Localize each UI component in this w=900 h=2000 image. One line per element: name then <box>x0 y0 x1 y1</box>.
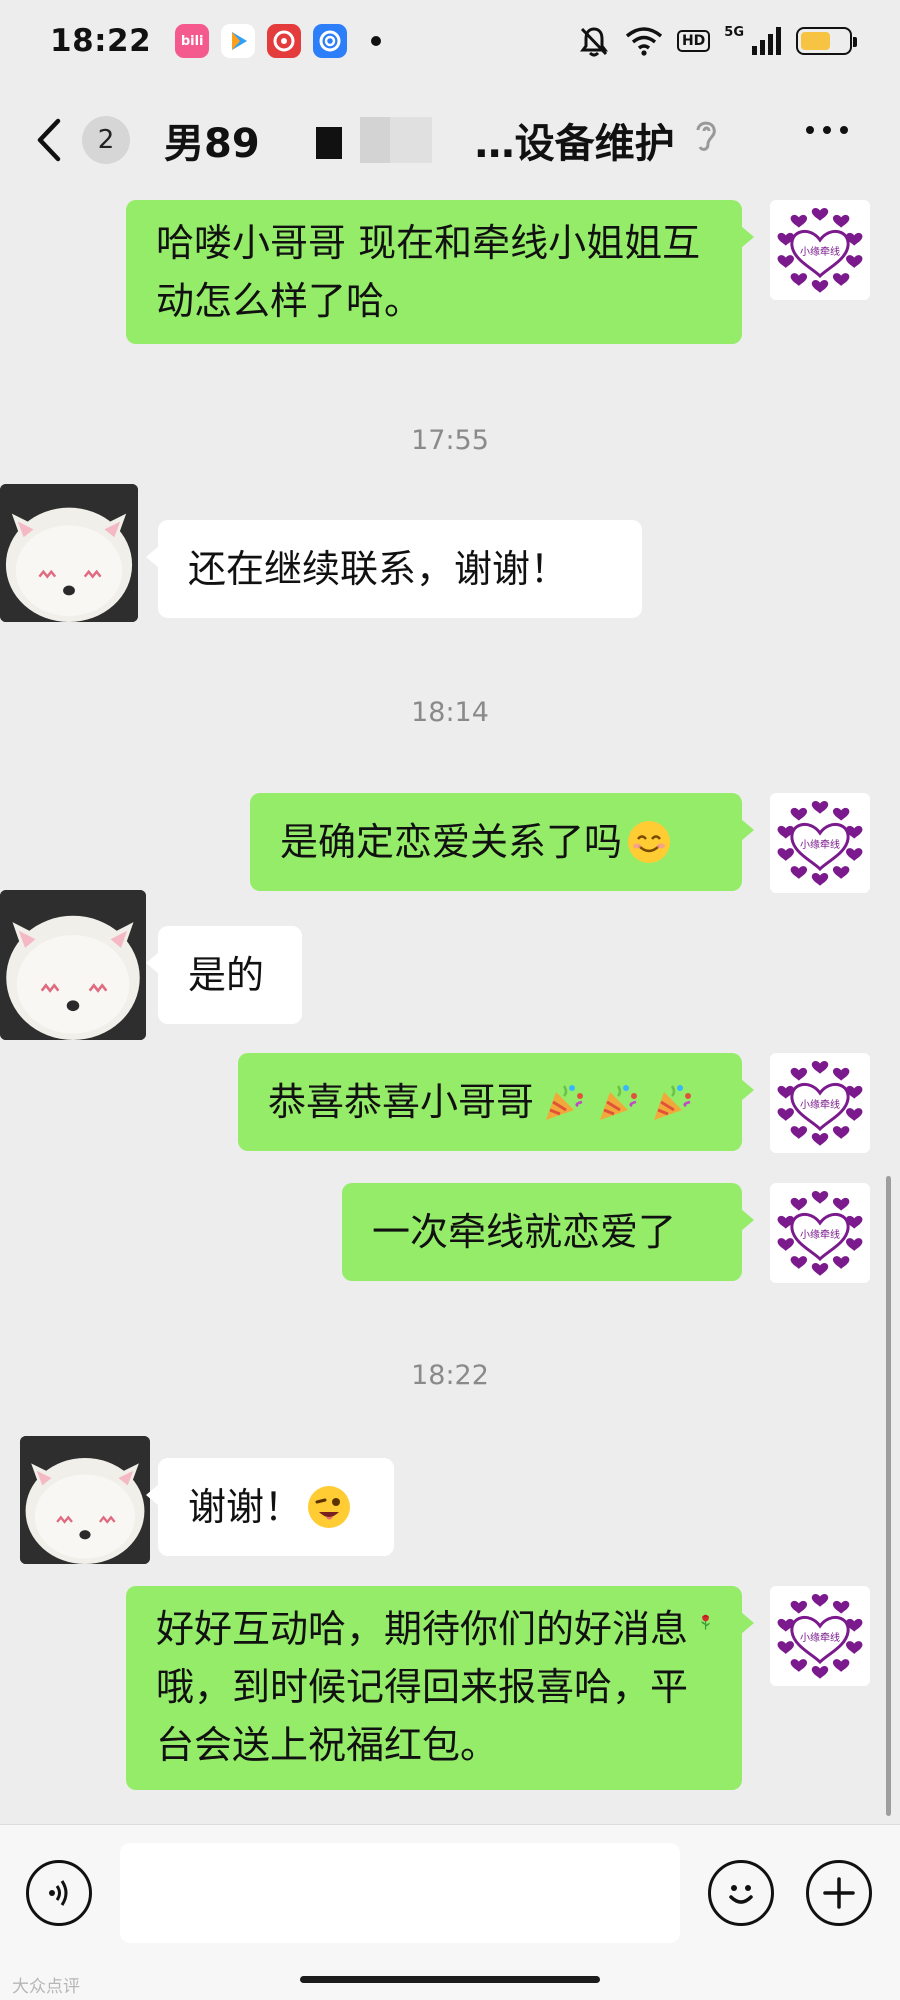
heart-ring-logo: 小缘牵线 <box>777 800 863 886</box>
heart-ring-logo: 小缘牵线 <box>777 1593 863 1679</box>
chat-title-suffix: …设备维护 <box>474 121 675 167</box>
heart-ring-logo: 小缘牵线 <box>777 1060 863 1146</box>
signal-icon <box>752 27 781 55</box>
puppy-avatar-image <box>0 484 138 622</box>
my-avatar[interactable]: 小缘牵线 <box>770 200 870 300</box>
bilibili-icon: bili <box>175 24 210 58</box>
redaction-block <box>390 117 432 163</box>
message-timestamp: 18:22 <box>411 1360 489 1391</box>
puppy-avatar-image <box>0 890 146 1040</box>
message-bubble-received[interactable]: 谢谢！ <box>146 1458 394 1556</box>
smiley-icon <box>729 1885 753 1904</box>
hd-badge: HD <box>676 30 711 52</box>
scrollbar[interactable] <box>886 1176 891 1816</box>
more-notifications-dot <box>371 36 382 46</box>
contact-avatar[interactable] <box>20 1436 150 1564</box>
chat-header: 2 男89 …设备维护 <box>0 96 900 184</box>
emoji-button[interactable] <box>708 1860 774 1926</box>
puppy-avatar-image <box>20 1436 150 1564</box>
battery-icon <box>796 27 857 55</box>
mute-bell-icon <box>579 27 608 57</box>
heart-ring-logo: 小缘牵线 <box>777 207 863 293</box>
plus-icon <box>823 1877 855 1909</box>
smile-emoji <box>628 821 671 863</box>
contact-avatar[interactable] <box>0 890 146 1040</box>
back-button[interactable] <box>34 110 82 170</box>
voice-icon <box>49 1880 68 1906</box>
message-input[interactable] <box>120 1843 680 1943</box>
status-indicators: HD 5G <box>577 24 857 58</box>
more-options-button[interactable] <box>806 126 848 134</box>
input-bar <box>0 1824 900 2000</box>
avatar-caption: 小缘牵线 <box>800 245 840 258</box>
avatar-caption: 小缘牵线 <box>800 1228 840 1241</box>
message-bubble-sent[interactable]: 哈喽小哥哥 现在和牵线小姐姐互动怎么样了哈。 <box>126 200 754 344</box>
message-timestamp: 17:55 <box>411 425 489 456</box>
message-bubble-received[interactable]: 还在继续联系，谢谢！ <box>146 520 642 618</box>
battery-level <box>801 32 830 50</box>
watermark: 大众点评 <box>12 1977 80 1997</box>
chat-title[interactable]: 男89 …设备维护 <box>164 111 675 169</box>
unread-count-badge[interactable]: 2 <box>82 116 130 164</box>
browser-icon <box>313 24 348 58</box>
party-popper-emojis <box>538 1080 694 1124</box>
message-bubble-sent[interactable]: 好好互动哈，期待你们的好消息哦，到时候记得回来报喜哈，平台会送上祝福红包。 <box>126 1586 754 1790</box>
contact-avatar[interactable] <box>0 484 138 622</box>
chat-title-prefix: 男89 <box>164 121 260 167</box>
my-avatar[interactable]: 小缘牵线 <box>770 1183 870 1283</box>
message-timestamp: 18:14 <box>411 697 489 728</box>
voice-input-button[interactable] <box>26 1860 92 1926</box>
avatar-caption: 小缘牵线 <box>800 1631 840 1644</box>
message-bubble-sent[interactable]: 是确定恋爱关系了吗 <box>250 793 754 891</box>
status-bar: 18:22 bili HD 5G <box>0 0 900 82</box>
my-avatar[interactable]: 小缘牵线 <box>770 1053 870 1153</box>
message-bubble-received[interactable]: 是的 <box>146 926 302 1024</box>
status-time: 18:22 <box>50 23 152 59</box>
rose-emoji <box>701 1614 710 1630</box>
wifi-icon <box>625 27 663 56</box>
my-avatar[interactable]: 小缘牵线 <box>770 793 870 893</box>
network-type: 5G <box>724 24 744 40</box>
redaction-block <box>360 117 390 163</box>
ear-icon <box>696 121 716 151</box>
message-bubble-sent[interactable]: 一次牵线就恋爱了 <box>342 1183 754 1281</box>
avatar-caption: 小缘牵线 <box>800 1098 840 1111</box>
home-indicator[interactable] <box>300 1976 600 1983</box>
avatar-caption: 小缘牵线 <box>800 838 840 851</box>
video-app-icon <box>221 24 256 58</box>
notification-app-icons: bili <box>175 24 382 58</box>
more-functions-button[interactable] <box>806 1860 872 1926</box>
netease-music-icon <box>267 24 302 58</box>
my-avatar[interactable]: 小缘牵线 <box>770 1586 870 1686</box>
wink-emoji <box>308 1486 351 1528</box>
heart-ring-logo: 小缘牵线 <box>777 1190 863 1276</box>
chevron-left-icon <box>37 118 61 162</box>
redaction-block <box>316 127 342 159</box>
message-bubble-sent[interactable]: 恭喜恭喜小哥哥 <box>238 1053 754 1151</box>
